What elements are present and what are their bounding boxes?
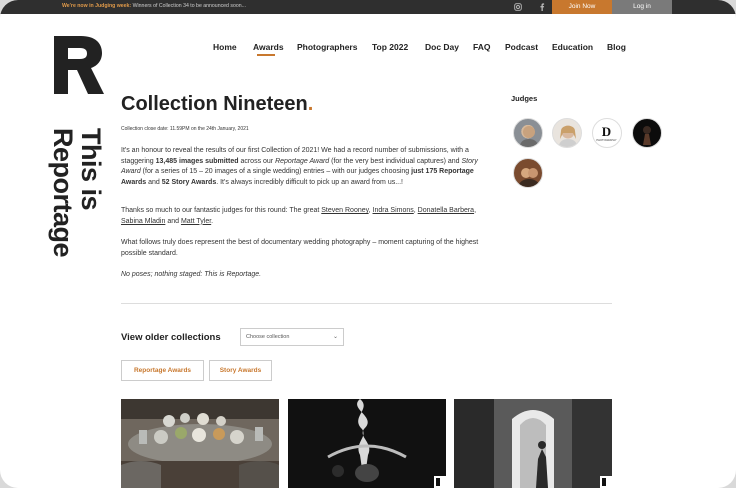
nav-faq[interactable]: FAQ <box>473 42 490 52</box>
chevron-down-icon: ⌄ <box>332 334 338 340</box>
p1-text: and <box>146 179 162 187</box>
title-text: Collection Nineteen <box>121 93 308 115</box>
top-bar: We're now in Judging week: Winners of Co… <box>0 0 736 14</box>
d-photography-letter: D <box>601 124 612 139</box>
nav-doc-day[interactable]: Doc Day <box>425 42 459 52</box>
judge-link-sabina-mladin[interactable]: Sabina Mladin <box>121 218 165 225</box>
p1-text: (for a series of 15 – 20 images of a sin… <box>140 168 412 176</box>
notice-highlight: We're now in Judging week: <box>62 3 132 9</box>
judge-link-steven-rooney[interactable]: Steven Rooney <box>321 207 368 214</box>
tagline-paragraph: No poses; nothing staged: This is Report… <box>121 270 486 281</box>
facebook-icon[interactable] <box>539 3 545 13</box>
brand-line-1: This is <box>76 128 106 211</box>
judge-avatar[interactable] <box>552 118 582 148</box>
judge-logo-avatar[interactable]: D PHOTOGRAPHY <box>592 118 622 148</box>
nav-active-underline <box>257 54 275 56</box>
collection-select-value: Choose collection <box>246 334 290 340</box>
reportage-awards-button[interactable]: Reportage Awards <box>121 360 204 381</box>
nav-photographers[interactable]: Photographers <box>297 42 357 52</box>
page-frame: We're now in Judging week: Winners of Co… <box>0 0 736 488</box>
title-dot: . <box>307 93 314 115</box>
judging-notice[interactable]: We're now in Judging week: Winners of Co… <box>62 3 246 9</box>
story-awards-button[interactable]: Story Awards <box>209 360 272 381</box>
judge-link-indra-simons[interactable]: Indra Simons <box>373 207 414 214</box>
judges-paragraph: Thanks so much to our fantastic judges f… <box>121 206 486 227</box>
close-date: Collection close date: 11.59PM on the 24… <box>121 126 249 132</box>
nav-blog[interactable]: Blog <box>607 42 626 52</box>
p1-reportage-award: Reportage Award <box>275 157 330 165</box>
p1-bold-count: 13,485 images submitted <box>155 157 239 165</box>
judge-avatar[interactable] <box>632 118 662 148</box>
p1-bold-story: 52 Story Awards <box>161 179 217 187</box>
p1-text: . It's always incredibly difficult to pi… <box>216 179 404 187</box>
p2-text: , <box>474 207 477 214</box>
reportage-logo[interactable] <box>54 36 104 94</box>
section-divider <box>121 303 612 304</box>
nav-podcast[interactable]: Podcast <box>505 42 538 52</box>
award-photo[interactable] <box>454 399 612 488</box>
award-photo[interactable] <box>121 399 279 488</box>
instagram-icon[interactable] <box>514 3 522 13</box>
nav-top-2022[interactable]: Top 2022 <box>372 42 408 52</box>
log-in-button[interactable]: Log in <box>612 0 672 14</box>
judge-avatar[interactable] <box>513 118 543 148</box>
collection-select[interactable]: Choose collection ⌄ <box>240 328 344 346</box>
award-photo[interactable] <box>288 399 446 488</box>
p1-text: across our <box>238 157 276 165</box>
judges-heading: Judges <box>511 94 538 103</box>
p2-text: . <box>211 217 214 225</box>
judge-link-matt-tyler[interactable]: Matt Tyler <box>181 218 211 225</box>
d-photography-text: PHOTOGRAPHY <box>596 139 617 142</box>
join-now-button[interactable]: Join Now <box>552 0 612 14</box>
judge-avatar[interactable] <box>513 158 543 188</box>
tagline-text: No poses; nothing staged: This is Report… <box>121 271 262 278</box>
summary-paragraph: What follows truly does represent the be… <box>121 239 479 257</box>
p2-text: Thanks so much to our fantastic judges f… <box>121 207 322 214</box>
p1-text: (for the very best individual captures) … <box>329 157 462 165</box>
p2-text: and <box>165 217 181 225</box>
page-title: Collection Nineteen. <box>121 93 313 116</box>
intro-paragraph: It's an honour to reveal the results of … <box>121 146 486 189</box>
older-collections-label: View older collections <box>121 332 221 343</box>
nav-education[interactable]: Education <box>552 42 593 52</box>
nav-home[interactable]: Home <box>213 42 237 52</box>
judge-link-donatella-barbera[interactable]: Donatella Barbera <box>418 207 474 214</box>
nav-awards[interactable]: Awards <box>253 42 284 52</box>
brand-line-2: Reportage <box>48 128 78 258</box>
notice-text: Winners of Collection 34 to be announced… <box>132 3 246 9</box>
